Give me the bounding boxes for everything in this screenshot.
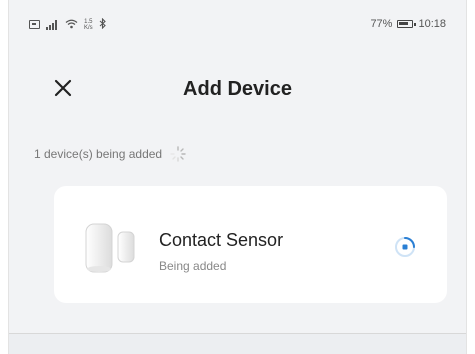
bottom-area	[9, 333, 466, 354]
app-screen: 1.5 K/s 77% 10:18 Add Device 1 device(s)…	[8, 0, 467, 354]
battery-level: 77%	[370, 18, 393, 30]
network-speed-unit: K/s	[84, 24, 93, 31]
device-name: Contact Sensor	[159, 230, 284, 250]
header: Add Device	[9, 70, 466, 110]
loading-spinner-icon	[170, 146, 186, 162]
signal-icon	[46, 19, 59, 30]
battery-icon	[397, 20, 417, 28]
status-right-icons: 77% 10:18	[370, 18, 446, 30]
sim-icon	[29, 20, 40, 29]
status-left-icons: 1.5 K/s	[29, 17, 107, 31]
contact-sensor-image	[85, 223, 135, 273]
bluetooth-icon	[99, 17, 107, 31]
device-card[interactable]: Contact Sensor Being added	[54, 186, 447, 303]
progress-indicator-icon	[395, 237, 415, 257]
adding-status-text: 1 device(s) being added	[34, 147, 163, 161]
page-title: Add Device	[183, 78, 292, 100]
adding-status: 1 device(s) being added	[34, 146, 186, 162]
status-bar: 1.5 K/s 77% 10:18	[9, 0, 466, 50]
device-status: Being added	[159, 259, 227, 273]
network-speed: 1.5 K/s	[84, 19, 93, 31]
wifi-icon	[65, 19, 78, 31]
status-time: 10:18	[418, 18, 446, 30]
